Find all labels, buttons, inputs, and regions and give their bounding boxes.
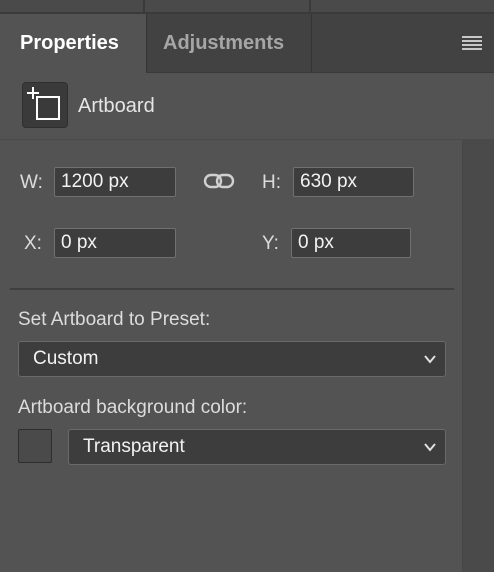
hamburger-menu-icon[interactable] bbox=[462, 36, 482, 50]
tab-properties[interactable]: Properties bbox=[0, 14, 146, 73]
scrollbar-track[interactable] bbox=[462, 140, 494, 572]
background-color-dropdown[interactable]: Transparent bbox=[68, 429, 446, 465]
height-input[interactable] bbox=[293, 167, 414, 197]
artboard-label: Artboard bbox=[78, 95, 155, 117]
tab-adjustments[interactable]: Adjustments bbox=[146, 14, 312, 72]
width-input[interactable] bbox=[54, 167, 176, 197]
top-strip-divider bbox=[309, 0, 311, 12]
panel-tab-bar: Properties Adjustments bbox=[0, 14, 494, 73]
chevron-down-icon bbox=[424, 443, 436, 452]
preset-selected-value: Custom bbox=[33, 348, 99, 369]
properties-content: W: H: X: Y: Set Artboard to Preset: Cust… bbox=[0, 140, 462, 572]
top-strip-divider bbox=[143, 0, 145, 12]
background-color-swatch[interactable] bbox=[18, 429, 52, 463]
top-panel-strip bbox=[0, 0, 494, 14]
preset-label: Set Artboard to Preset: bbox=[18, 309, 211, 330]
x-input[interactable] bbox=[54, 228, 176, 258]
background-selected-value: Transparent bbox=[83, 436, 185, 457]
chevron-down-icon bbox=[424, 355, 436, 364]
link-icon[interactable] bbox=[203, 170, 235, 192]
y-label: Y: bbox=[262, 233, 279, 254]
artboard-header: Artboard bbox=[0, 73, 494, 139]
height-label: H: bbox=[262, 172, 281, 193]
properties-panel: Properties Adjustments Artboard W: H: bbox=[0, 0, 494, 572]
width-label: W: bbox=[20, 172, 43, 193]
artboard-icon bbox=[22, 82, 68, 128]
background-color-label: Artboard background color: bbox=[18, 397, 248, 418]
separator-line bbox=[10, 288, 454, 290]
preset-dropdown[interactable]: Custom bbox=[18, 341, 446, 377]
x-label: X: bbox=[24, 233, 42, 254]
y-input[interactable] bbox=[291, 228, 411, 258]
